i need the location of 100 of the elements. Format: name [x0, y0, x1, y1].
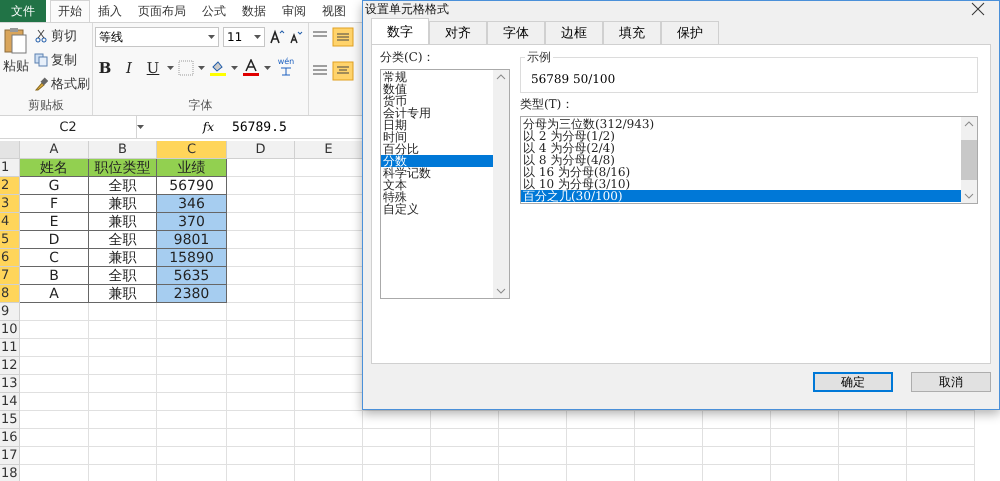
- row-header[interactable]: 14: [0, 393, 20, 411]
- category-item[interactable]: 百分比: [381, 143, 493, 155]
- type-item[interactable]: 百分之几(30/100): [521, 190, 961, 202]
- ribbon-tab[interactable]: 公式: [194, 0, 234, 22]
- sample-value: 56789 50/100: [531, 72, 616, 86]
- category-item[interactable]: 自定义: [381, 203, 493, 215]
- scrollbar[interactable]: [493, 70, 509, 298]
- copy-button[interactable]: 复制: [34, 51, 90, 69]
- column-header[interactable]: B: [89, 141, 157, 159]
- category-item[interactable]: 分数: [381, 155, 493, 167]
- dialog-tab[interactable]: 数字: [371, 18, 429, 44]
- scroll-down-icon[interactable]: [496, 288, 506, 294]
- row-header[interactable]: 16: [0, 429, 20, 447]
- formula-field[interactable]: 56789.5: [224, 120, 287, 134]
- row-header[interactable]: 13: [0, 375, 20, 393]
- paste-button[interactable]: 粘贴: [2, 27, 30, 97]
- ribbon-tab[interactable]: 页面布局: [130, 0, 194, 22]
- scroll-thumb[interactable]: [961, 140, 977, 180]
- align-top-icon[interactable]: [311, 27, 355, 47]
- shrink-font-icon[interactable]: [289, 29, 303, 45]
- dialog-tab[interactable]: 边框: [545, 21, 603, 44]
- font-color-icon[interactable]: [242, 58, 260, 76]
- align-center-icon[interactable]: [311, 61, 355, 81]
- column-header[interactable]: E: [295, 141, 363, 159]
- column-header[interactable]: A: [20, 141, 89, 159]
- format-painter-button[interactable]: 格式刷: [34, 75, 90, 93]
- type-item[interactable]: 以 10 为分母(3/10): [521, 178, 961, 190]
- type-item[interactable]: 以 4 为分母(2/4): [521, 142, 961, 154]
- column-header[interactable]: C: [157, 141, 227, 159]
- dropdown-icon[interactable]: [208, 35, 215, 39]
- type-item[interactable]: 以 2 为分母(1/2): [521, 130, 961, 142]
- category-item[interactable]: 文本: [381, 179, 493, 191]
- scroll-down-icon[interactable]: [964, 193, 974, 199]
- scrollbar[interactable]: [961, 117, 977, 203]
- type-item[interactable]: 分母为三位数(312/943): [521, 118, 961, 130]
- category-item[interactable]: 会计专用: [381, 107, 493, 119]
- insert-function-button[interactable]: fx: [144, 120, 224, 134]
- category-item[interactable]: 货币: [381, 95, 493, 107]
- dialog-button[interactable]: 确定: [813, 372, 893, 392]
- row-header[interactable]: 10: [0, 321, 20, 339]
- row-header[interactable]: 3: [0, 195, 20, 213]
- ribbon-tab[interactable]: 文件: [0, 0, 46, 22]
- font-name-field[interactable]: 等线: [95, 27, 219, 47]
- row-header[interactable]: 12: [0, 357, 20, 375]
- cut-button[interactable]: 剪切: [34, 27, 90, 45]
- row-header[interactable]: 17: [0, 447, 20, 465]
- row-header[interactable]: 4: [0, 213, 20, 231]
- fill-color-icon[interactable]: [209, 58, 227, 76]
- dialog-tab[interactable]: 保护: [661, 21, 719, 44]
- type-list[interactable]: 分母为三位数(312/943) 以 2 为分母(1/2) 以 4 为分母(2/4) 以 8 为分母(4/8) 以 16 为分母(8/16) 以 10 为分母(3/10) 百分之几(30/100): [520, 116, 978, 204]
- italic-button[interactable]: I: [119, 58, 139, 78]
- row-header[interactable]: 6: [0, 249, 20, 267]
- category-item[interactable]: 日期: [381, 119, 493, 131]
- type-item[interactable]: 以 16 为分母(8/16): [521, 166, 961, 178]
- type-item[interactable]: 以 8 为分母(4/8): [521, 154, 961, 166]
- ribbon-tab[interactable]: 审阅: [274, 0, 314, 22]
- dialog-tab[interactable]: 字体: [487, 21, 545, 44]
- dropdown-icon[interactable]: [137, 125, 144, 129]
- ribbon-tab[interactable]: 视图: [314, 0, 354, 22]
- name-box[interactable]: C2: [0, 116, 137, 138]
- dropdown-icon[interactable]: [198, 66, 205, 70]
- column-header[interactable]: D: [227, 141, 295, 159]
- row-header[interactable]: 5: [0, 231, 20, 249]
- dialog-tab[interactable]: 填充: [603, 21, 661, 44]
- category-item[interactable]: 特殊: [381, 191, 493, 203]
- dropdown-icon[interactable]: [231, 66, 238, 70]
- dropdown-icon[interactable]: [264, 66, 271, 70]
- dialog-button[interactable]: 取消: [911, 372, 991, 392]
- row-header[interactable]: 11: [0, 339, 20, 357]
- category-item[interactable]: 科学记数: [381, 167, 493, 179]
- row-header[interactable]: 18: [0, 465, 20, 481]
- dialog-tab[interactable]: 对齐: [429, 21, 487, 44]
- row-header[interactable]: 7: [0, 267, 20, 285]
- category-item[interactable]: 时间: [381, 131, 493, 143]
- close-icon[interactable]: [971, 2, 985, 16]
- grow-font-icon[interactable]: [269, 29, 285, 45]
- underline-button[interactable]: U: [143, 58, 163, 78]
- table-cell: 全职: [89, 177, 157, 195]
- dropdown-icon[interactable]: [254, 35, 261, 39]
- row-header[interactable]: 9: [0, 303, 20, 321]
- row-header[interactable]: 8: [0, 285, 20, 303]
- row-header[interactable]: 1: [0, 159, 20, 177]
- category-item[interactable]: 常规: [381, 71, 493, 83]
- ribbon-tab[interactable]: 插入: [90, 0, 130, 22]
- table-cell: 370: [157, 213, 227, 231]
- scroll-up-icon[interactable]: [964, 121, 974, 127]
- scroll-up-icon[interactable]: [496, 74, 506, 80]
- phonetic-button[interactable]: wén: [275, 57, 297, 78]
- category-item[interactable]: 数值: [381, 83, 493, 95]
- row-header[interactable]: 2: [0, 177, 20, 195]
- ribbon-tab[interactable]: 开始: [50, 0, 90, 22]
- bold-button[interactable]: B: [95, 58, 115, 78]
- ribbon-tab[interactable]: 数据: [234, 0, 274, 22]
- table-cell: 5635: [157, 267, 227, 285]
- row-header[interactable]: 15: [0, 411, 20, 429]
- category-label: 分类(C)：: [380, 49, 436, 66]
- scissors-icon: [34, 29, 48, 43]
- font-size-field[interactable]: 11: [223, 27, 265, 47]
- dropdown-icon[interactable]: [167, 66, 174, 70]
- category-list[interactable]: 常规 数值 货币 会计专用 日期 时间 百分比 分数 科学记数 文本 特殊 自定义: [380, 69, 510, 299]
